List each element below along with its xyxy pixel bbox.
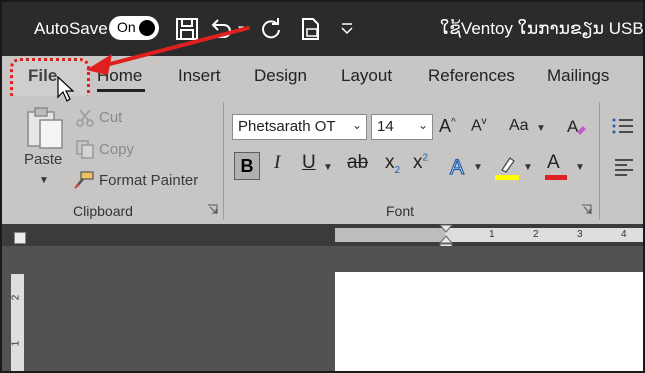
strikethrough-label: ab	[347, 152, 369, 173]
clipboard-launcher-icon[interactable]	[207, 204, 218, 215]
ruler-number: 3	[577, 229, 583, 240]
font-color-swatch	[545, 175, 567, 180]
bold-button[interactable]: B	[234, 152, 260, 180]
tab-design[interactable]: Design	[254, 66, 307, 86]
ruler-margin	[335, 228, 445, 242]
font-group-label: Font	[386, 203, 415, 219]
word-window: AutoSave On ▼ ໃຊ້Ventoy ໃນການຂຽນ USB W F…	[0, 0, 645, 373]
redo-icon[interactable]	[258, 16, 284, 42]
change-case-dropdown-icon[interactable]: ▼	[536, 123, 546, 134]
subscript-mark: 2	[394, 164, 401, 176]
title-bar: AutoSave On ▼ ໃຊ້Ventoy ໃນການຂຽນ USB W	[2, 2, 645, 56]
font-name-select[interactable]: Phetsarath OT ⌄	[232, 114, 367, 140]
chevron-down-icon: ⌄	[351, 118, 362, 132]
bullets-icon[interactable]	[611, 116, 635, 136]
change-case-label: Aa	[509, 117, 529, 134]
font-launcher-icon[interactable]	[581, 204, 592, 215]
bold-label: B	[240, 156, 254, 176]
align-left-icon[interactable]	[613, 158, 635, 176]
font-color-button[interactable]: A	[547, 152, 560, 174]
group-separator	[599, 102, 600, 220]
toggle-knob	[139, 20, 155, 36]
tab-selector-button[interactable]	[14, 232, 26, 244]
vertical-ruler-number: 2	[10, 294, 22, 301]
tab-home[interactable]: Home	[97, 66, 142, 86]
paste-dropdown-icon[interactable]: ▼	[39, 175, 49, 186]
superscript-button[interactable]: x2	[413, 152, 428, 174]
font-name-value: Phetsarath OT	[238, 118, 336, 135]
ruler-number: 1	[489, 229, 495, 240]
font-color-label: A	[547, 152, 560, 173]
ruler-number: 2	[533, 229, 539, 240]
shrink-font-button[interactable]: Av	[471, 116, 487, 135]
shrink-font-label: A	[471, 117, 482, 135]
active-tab-indicator	[97, 89, 145, 92]
italic-label: I	[274, 152, 281, 173]
grow-font-button[interactable]: A^	[439, 116, 456, 137]
copy-icon[interactable]	[75, 139, 95, 159]
tab-mailings[interactable]: Mailings	[547, 66, 609, 86]
undo-dropdown-icon[interactable]: ▼	[236, 24, 246, 35]
vertical-ruler[interactable]: 2 1	[10, 274, 24, 371]
format-painter-icon[interactable]	[73, 170, 95, 190]
document-page[interactable]	[335, 272, 643, 371]
autosave-toggle[interactable]: On	[109, 16, 159, 40]
highlight-color-icon[interactable]	[494, 154, 520, 180]
save-icon[interactable]	[174, 16, 200, 42]
text-effects-icon[interactable]: A	[448, 154, 470, 178]
document-title: ໃຊ້Ventoy ໃນການຂຽນ USB W	[440, 19, 645, 38]
group-separator	[223, 102, 224, 220]
tab-insert[interactable]: Insert	[178, 66, 221, 86]
paste-button[interactable]: Paste	[24, 151, 62, 168]
superscript-label: x	[413, 152, 423, 173]
subscript-label: x	[385, 152, 395, 173]
cut-button[interactable]: Cut	[99, 109, 122, 126]
highlight-dropdown-icon[interactable]: ▼	[523, 162, 533, 173]
text-effects-dropdown-icon[interactable]: ▼	[473, 162, 483, 173]
subscript-button[interactable]: x2	[385, 152, 400, 176]
autosave-toggle-label: On	[117, 19, 136, 35]
vertical-ruler-number: 1	[10, 340, 22, 347]
italic-button[interactable]: I	[274, 152, 280, 174]
ruler-number: 4	[621, 229, 627, 240]
paste-icon[interactable]	[26, 106, 66, 150]
font-size-select[interactable]: 14 ⌄	[371, 114, 433, 140]
change-case-button[interactable]: Aa	[509, 117, 529, 135]
format-painter-button[interactable]: Format Painter	[99, 172, 198, 189]
font-size-value: 14	[377, 118, 394, 135]
chevron-down-icon: ⌄	[417, 118, 428, 132]
svg-text:A: A	[450, 156, 464, 178]
superscript-mark: 2	[422, 152, 429, 164]
cut-icon[interactable]	[75, 108, 95, 128]
copy-button[interactable]: Copy	[99, 141, 134, 158]
strikethrough-button[interactable]: ab	[347, 152, 368, 174]
tab-references[interactable]: References	[428, 66, 515, 86]
grow-font-label: A	[439, 116, 452, 136]
svg-text:A: A	[567, 117, 579, 136]
tab-layout[interactable]: Layout	[341, 66, 392, 86]
customize-qat-icon[interactable]	[334, 16, 360, 42]
font-color-dropdown-icon[interactable]: ▼	[575, 162, 585, 173]
clipboard-group-label: Clipboard	[73, 203, 133, 219]
undo-icon[interactable]	[208, 16, 234, 42]
underline-dropdown-icon[interactable]: ▼	[323, 162, 333, 173]
underline-label: U	[302, 152, 316, 173]
clear-formatting-icon[interactable]: A	[564, 114, 588, 138]
autosave-label: AutoSave	[34, 19, 108, 38]
underline-button[interactable]: U	[302, 152, 316, 174]
print-preview-icon[interactable]	[298, 16, 324, 42]
mouse-cursor-icon	[57, 76, 75, 102]
